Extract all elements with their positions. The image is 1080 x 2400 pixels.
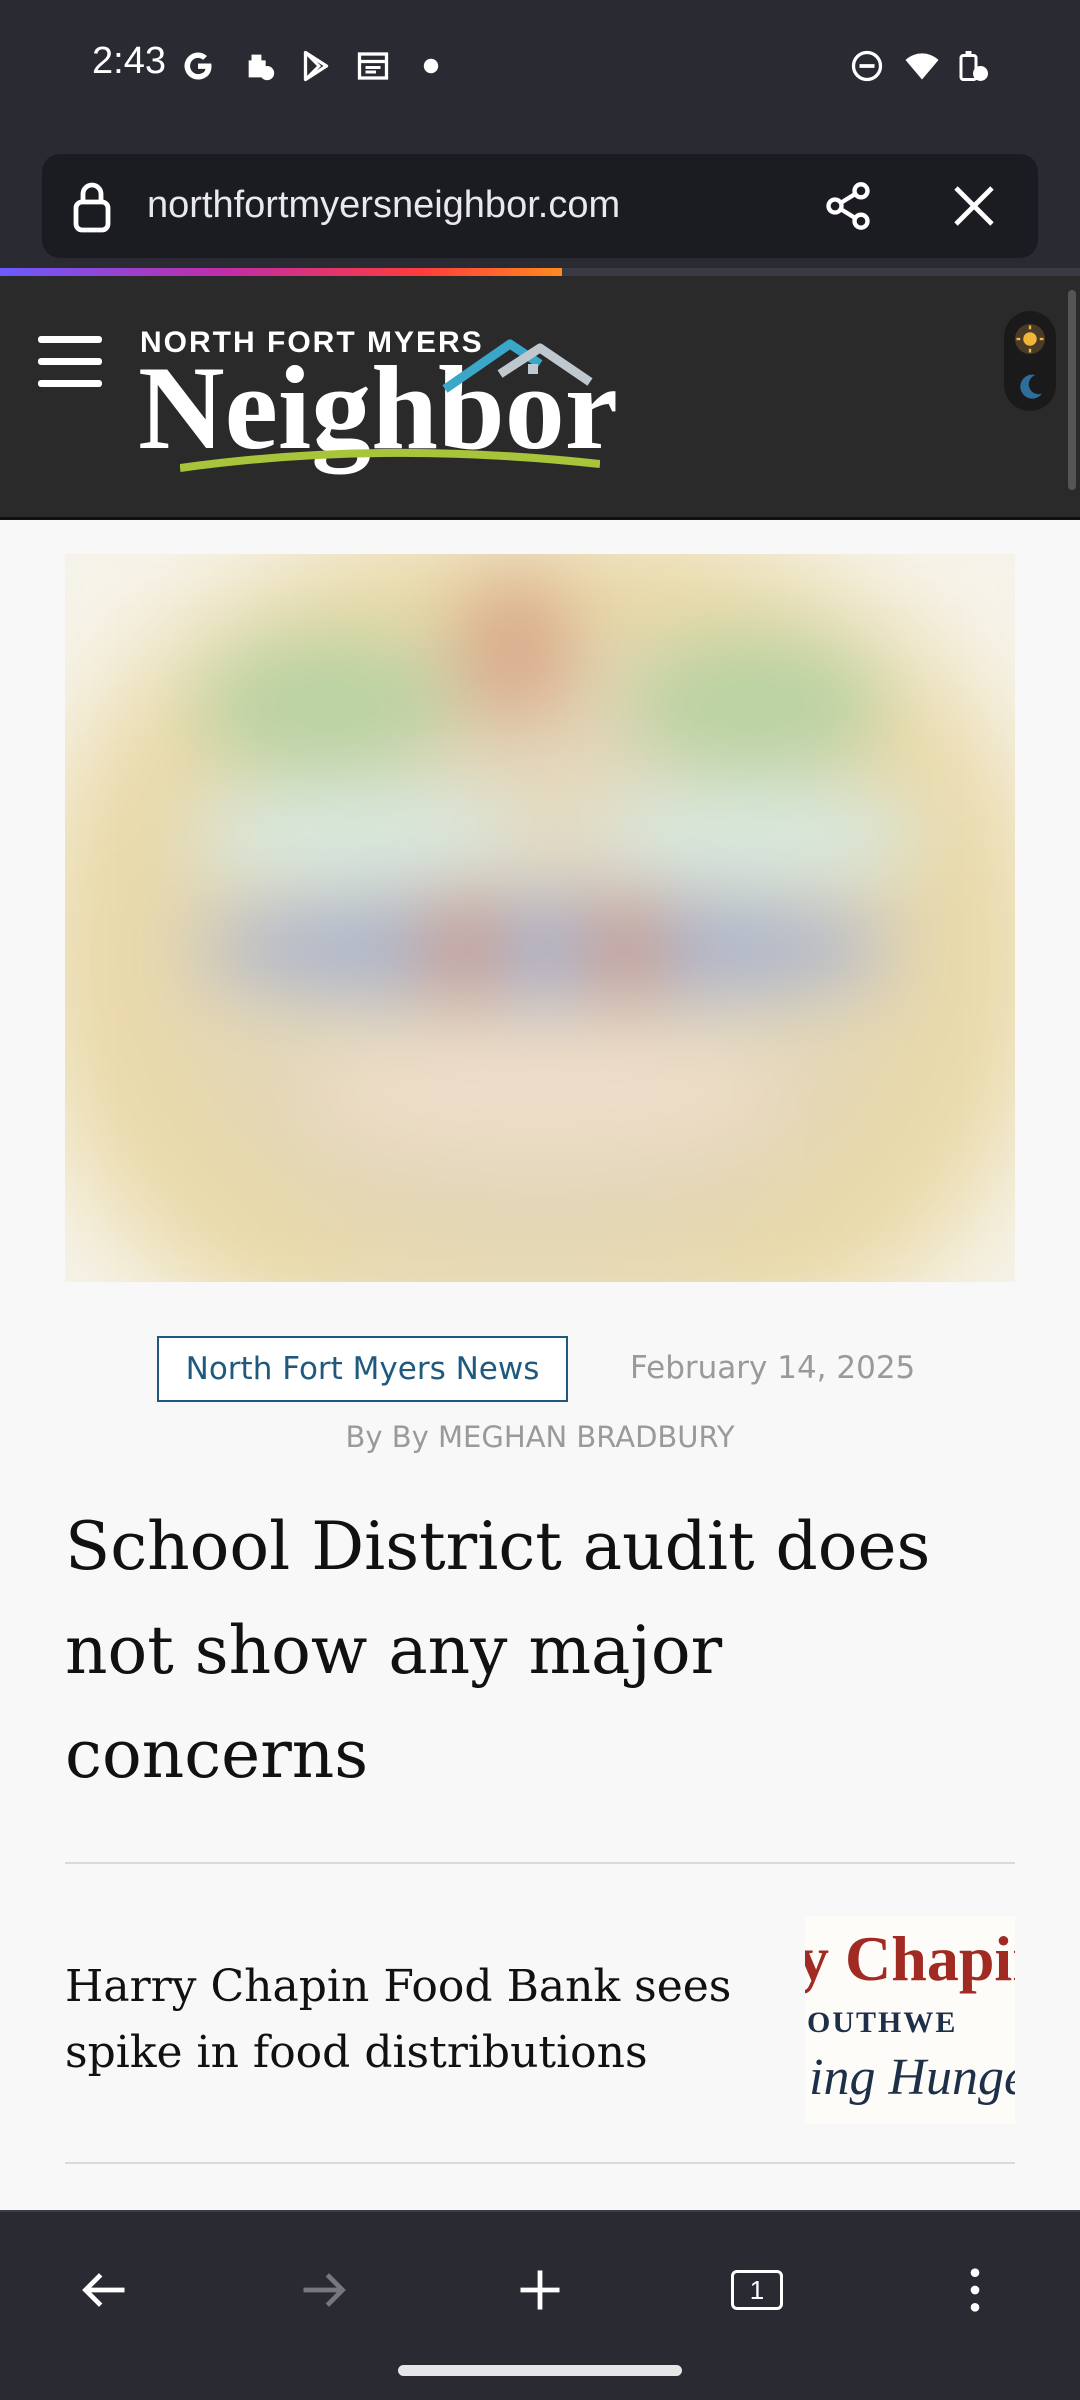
do-not-disturb-icon <box>851 50 883 82</box>
play-store-icon <box>303 50 329 82</box>
back-arrow-icon <box>82 2273 125 2307</box>
post-date: February 14, 2025 <box>630 1350 916 1386</box>
category-tag[interactable]: North Fort Myers News <box>157 1336 568 1402</box>
wifi-icon <box>905 53 939 80</box>
page-load-progress-fill <box>0 268 562 276</box>
forward-button[interactable] <box>275 2242 371 2338</box>
calendar-icon <box>357 52 389 80</box>
related-article-title[interactable]: Harry Chapin Food Bank sees spike in foo… <box>65 1954 765 2086</box>
sun-icon[interactable] <box>1012 321 1048 357</box>
share-icon[interactable] <box>822 180 874 232</box>
thumbnail-text-line3: ing Hunge <box>809 2049 1015 2106</box>
logo-swoosh-icon <box>180 448 600 472</box>
article-headline[interactable]: School District audit does not show any … <box>65 1495 1025 1807</box>
status-bar: 2:43 <box>0 0 1080 140</box>
thumbnail-text-line1: y Chapin <box>805 1923 1015 1994</box>
divider <box>65 2162 1015 2164</box>
byline: By By MEGHAN BRADBURY <box>345 1420 735 1454</box>
close-icon[interactable] <box>950 182 998 230</box>
back-button[interactable] <box>57 2242 153 2338</box>
thumbnail-text-line2: OUTHWE <box>807 2006 958 2039</box>
google-icon <box>184 52 212 80</box>
tab-count: 1 <box>749 2274 765 2305</box>
address-bar[interactable]: northfortmyersneighbor.com <box>42 154 1038 258</box>
article-content: North Fort Myers News February 14, 2025 … <box>0 520 1080 2210</box>
more-options-button[interactable] <box>927 2242 1023 2338</box>
page-load-progress <box>0 268 1080 276</box>
moon-icon[interactable] <box>1014 371 1046 403</box>
theme-toggle[interactable] <box>1004 311 1056 411</box>
related-article-thumbnail[interactable]: y Chapin OUTHWE ing Hunge <box>805 1916 1015 2124</box>
scrollbar-thumb[interactable] <box>1068 290 1076 490</box>
tab-switcher-button[interactable]: 1 <box>709 2242 805 2338</box>
gesture-handle[interactable] <box>398 2365 682 2376</box>
more-options-icon <box>970 2268 980 2312</box>
url-text[interactable]: northfortmyersneighbor.com <box>147 184 620 227</box>
hamburger-menu-icon[interactable] <box>38 336 102 388</box>
article-hero-image[interactable] <box>65 554 1015 1282</box>
roof-logo-icon <box>442 339 593 393</box>
work-profile-icon <box>248 54 275 81</box>
lock-icon <box>73 182 111 233</box>
forward-arrow-icon <box>303 2273 346 2307</box>
new-tab-icon <box>520 2270 560 2310</box>
divider <box>65 1862 1015 1864</box>
new-tab-button[interactable] <box>492 2242 588 2338</box>
status-time: 2:43 <box>92 40 166 82</box>
battery-icon <box>959 51 988 81</box>
notification-dot-icon <box>423 58 439 74</box>
browser-bottom-nav: 1 <box>0 2210 1080 2400</box>
tab-switcher-icon: 1 <box>731 2270 783 2310</box>
site-header: NORTH FORT MYERS Neighbor <box>0 276 1080 520</box>
